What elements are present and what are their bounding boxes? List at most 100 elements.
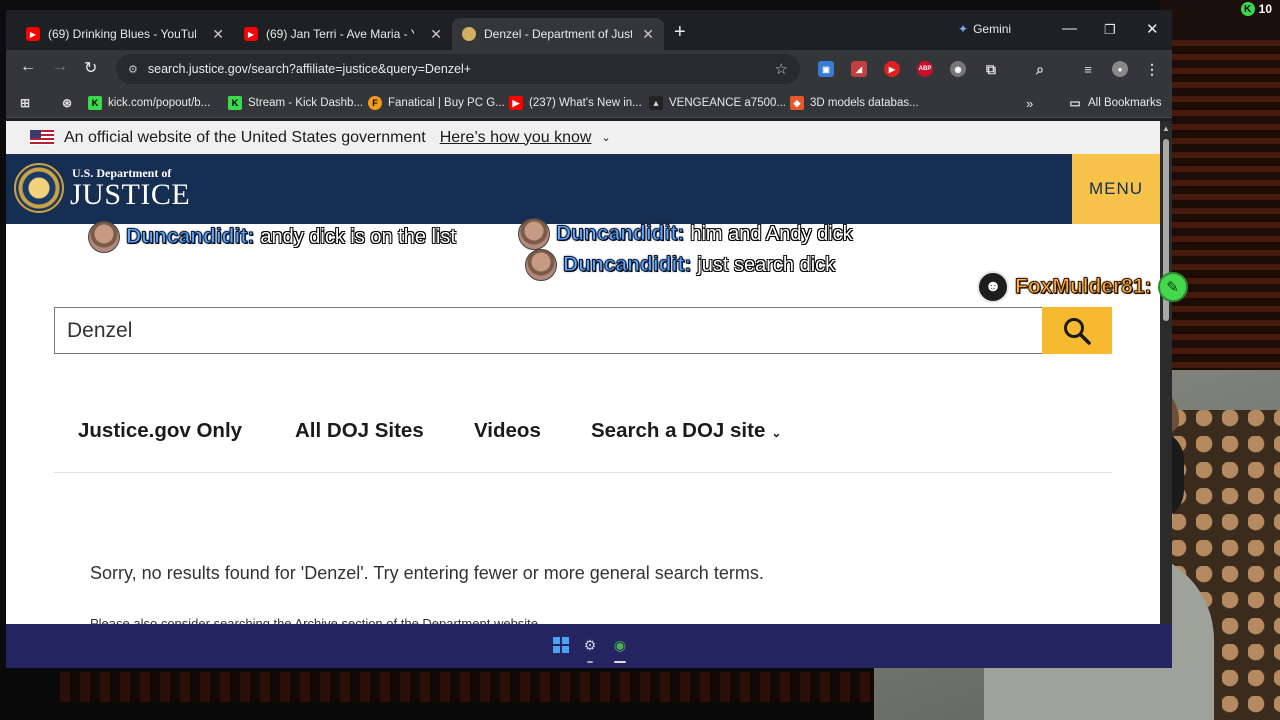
tab-title: (69) Jan Terri - Ave Maria - You [266, 27, 414, 41]
profile-avatar-icon[interactable]: ● [1112, 61, 1128, 77]
close-tab-icon[interactable]: ✕ [642, 26, 654, 43]
filter-all-doj-sites[interactable]: All DOJ Sites [295, 419, 424, 443]
youtube-extension-icon[interactable]: ▶ [884, 61, 900, 77]
site-info-icon[interactable]: ⚙ [128, 63, 138, 76]
back-icon[interactable]: ← [20, 58, 36, 76]
taskbar-indicator [587, 661, 593, 663]
bookmark-youtube-whats-new[interactable]: ▶ (237) What's New in... [509, 96, 642, 110]
close-tab-icon[interactable]: ✕ [212, 26, 224, 43]
filter-label: Search a DOJ site [591, 419, 766, 442]
forward-icon[interactable]: → [52, 58, 68, 76]
archive-note: Please also consider searching the Archi… [90, 616, 542, 624]
chat-message: Duncandidit: andy dick is on the list [88, 221, 456, 253]
viewer-count-badge: K 10 [1240, 2, 1272, 16]
url-text: search.justice.gov/search?affiliate=just… [147, 62, 472, 76]
doj-icon [462, 27, 476, 41]
adblock-plus-icon[interactable]: ABP [917, 61, 933, 77]
bookmark-fanatical[interactable]: F Fanatical | Buy PC G... [368, 96, 505, 110]
chat-message: Duncandidit: him and Andy dick [518, 218, 853, 250]
chat-text: andy dick is on the list [260, 225, 456, 248]
filter-videos[interactable]: Videos [474, 419, 541, 443]
new-tab-icon[interactable]: + [674, 21, 686, 44]
extension-icon[interactable]: ▣ [818, 61, 834, 77]
chat-username: FoxMulder81: [1015, 275, 1153, 299]
page-scrollbar[interactable]: ▲ [1160, 121, 1172, 624]
search-filters: Justice.gov Only All DOJ Sites Videos Se… [54, 407, 1112, 473]
screen-search-icon[interactable]: ⌕ [1032, 61, 1048, 77]
us-flag-icon [30, 130, 54, 145]
tab-title: Denzel - Department of Justice [484, 27, 632, 41]
bookmark-vengeance[interactable]: ▲ VENGEANCE a7500... [649, 96, 786, 110]
avatar [525, 249, 557, 281]
browser-toolbar: ← → ↻ ⚙ search.justice.gov/search?affili… [6, 50, 1172, 88]
close-tab-icon[interactable]: ✕ [430, 26, 442, 43]
bookmark-star-icon[interactable]: ☆ [775, 60, 788, 78]
extensions-puzzle-icon[interactable]: ⧉ [983, 61, 999, 77]
avatar [88, 221, 120, 253]
user-silhouette-icon: ☻ [977, 271, 1009, 303]
corsair-icon: ▲ [649, 96, 663, 110]
chat-username: Duncandidit: [125, 225, 255, 249]
bookmark-icon[interactable]: ⊛ [60, 96, 74, 110]
kick-icon: K [228, 96, 242, 110]
page-viewport: An official website of the United States… [6, 121, 1160, 624]
search-input[interactable]: Denzel [54, 307, 1042, 354]
gemini-button[interactable]: ✦ Gemini [958, 22, 1011, 36]
gemini-label: Gemini [973, 22, 1012, 36]
filter-justice-gov-only[interactable]: Justice.gov Only [78, 419, 242, 443]
media-controls-icon[interactable]: ≡ [1080, 61, 1096, 77]
models-site-icon: ◆ [790, 96, 804, 110]
restore-icon[interactable]: ❐ [1104, 22, 1116, 38]
emote-icon: ✎ [1157, 272, 1188, 302]
chevron-down-icon[interactable]: ⌄ [601, 131, 610, 144]
how-you-know-link[interactable]: Here’s how you know [440, 129, 592, 147]
extension-icon[interactable]: ◢ [851, 61, 867, 77]
chrome-icon[interactable]: ◉ [611, 636, 629, 654]
reload-icon[interactable]: ↻ [84, 58, 97, 78]
doj-header: U.S. Department of JUSTICE MENU [6, 154, 1160, 224]
windows-start-icon[interactable] [552, 636, 570, 654]
search-button[interactable] [1042, 307, 1112, 354]
bookmarks-bar: ⊞ ⊛ K kick.com/popout/b... K Stream - Ki… [6, 88, 1172, 118]
chat-text: him and Andy dick [690, 222, 853, 245]
menu-button[interactable]: MENU [1072, 154, 1160, 224]
more-bookmarks-icon[interactable]: » [1026, 96, 1033, 111]
doj-seal-logo[interactable] [14, 163, 64, 213]
kebab-menu-icon[interactable]: ⋮ [1144, 61, 1160, 77]
steam-icon[interactable]: ⚙ [581, 636, 599, 654]
minimize-icon[interactable]: — [1062, 20, 1077, 37]
chat-username: Duncandidit: [555, 222, 685, 246]
no-results-message: Sorry, no results found for 'Denzel'. Tr… [90, 563, 764, 583]
bookmark-3d-models[interactable]: ◆ 3D models databas... [790, 96, 919, 110]
chat-message: Duncandidit: just search dick [525, 249, 835, 281]
taskbar-active-indicator [614, 661, 626, 663]
address-bar[interactable]: ⚙ search.justice.gov/search?affiliate=ju… [116, 54, 800, 84]
scroll-up-icon[interactable]: ▲ [1162, 124, 1170, 133]
fanatical-icon: F [368, 96, 382, 110]
kick-icon: K [1240, 2, 1255, 16]
kick-icon: K [88, 96, 102, 110]
stream-background-pattern [1172, 40, 1280, 380]
search-form: Denzel [54, 307, 1112, 354]
all-bookmarks-folder[interactable]: ▭ All Bookmarks [1068, 96, 1161, 110]
tab-drinking-blues[interactable]: ▶ (69) Drinking Blues - YouTube ✕ [16, 18, 234, 50]
chat-text: just search dick [697, 253, 836, 276]
doj-name-label[interactable]: JUSTICE [70, 178, 190, 212]
tab-ave-maria[interactable]: ▶ (69) Jan Terri - Ave Maria - You ✕ [234, 18, 452, 50]
extension-icon[interactable]: ◉ [950, 61, 966, 77]
close-window-icon[interactable]: ✕ [1146, 20, 1159, 38]
tab-title: (69) Drinking Blues - YouTube [48, 27, 196, 41]
official-gov-banner: An official website of the United States… [6, 121, 1160, 154]
filter-search-doj-site[interactable]: Search a DOJ site ⌄ [591, 419, 781, 443]
apps-grid-icon[interactable]: ⊞ [18, 96, 32, 110]
youtube-icon: ▶ [244, 27, 258, 41]
tab-strip: ▶ (69) Drinking Blues - YouTube ✕ ▶ (69)… [6, 10, 1172, 50]
youtube-icon: ▶ [509, 96, 523, 110]
chat-username: Duncandidit: [562, 253, 692, 277]
bookmark-kick-popout[interactable]: K kick.com/popout/b... [88, 96, 210, 110]
tab-doj-search[interactable]: Denzel - Department of Justice ✕ [452, 18, 664, 50]
bookmark-kick-dashboard[interactable]: K Stream - Kick Dashb... [228, 96, 363, 110]
browser-window: ▶ (69) Drinking Blues - YouTube ✕ ▶ (69)… [6, 10, 1172, 668]
gov-banner-text: An official website of the United States… [64, 128, 426, 146]
folder-icon: ▭ [1069, 96, 1081, 110]
